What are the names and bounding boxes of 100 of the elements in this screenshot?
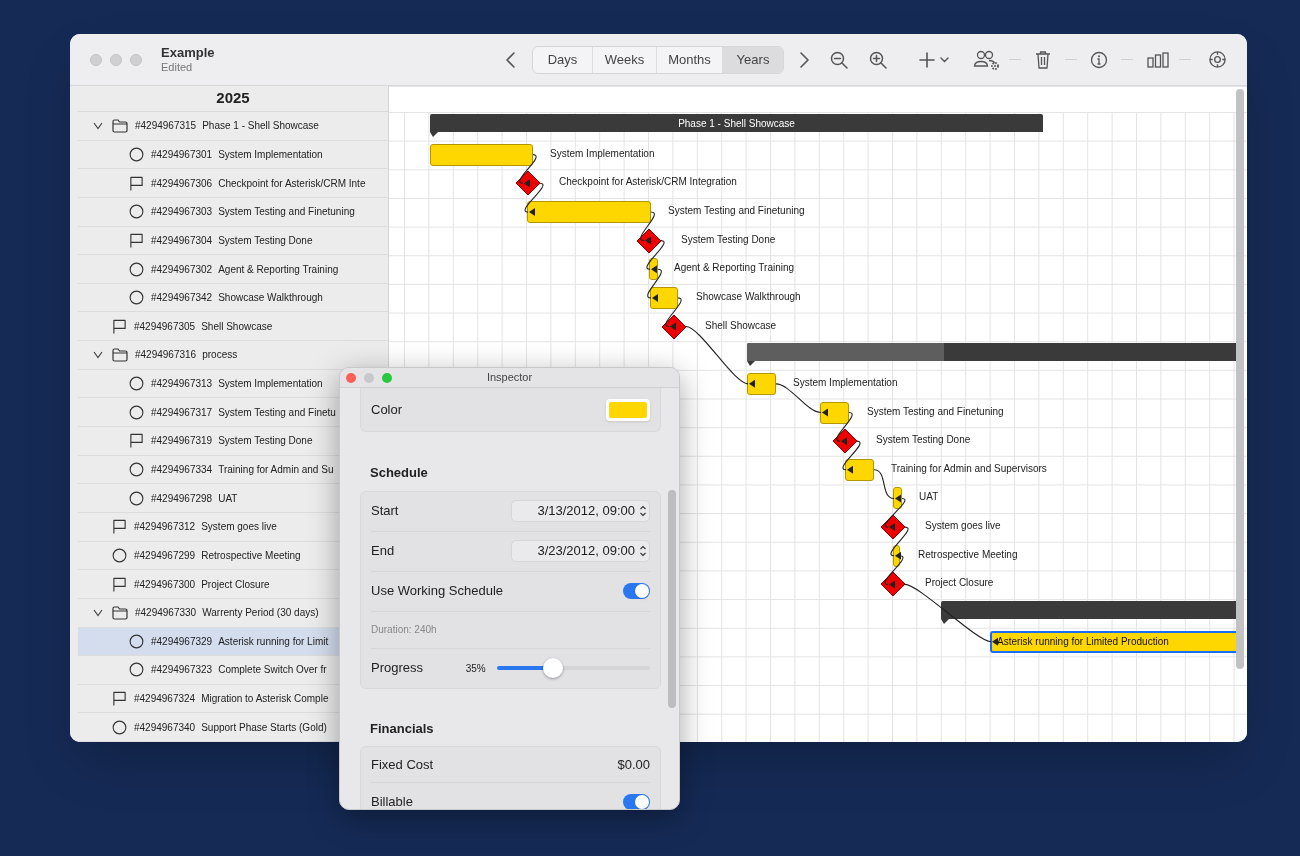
task-name: System Testing Done xyxy=(218,233,313,248)
task-bar[interactable] xyxy=(747,372,776,395)
bar-label: Checkpoint for Asterisk/CRM Integration xyxy=(559,177,737,188)
stepper-icon[interactable] xyxy=(639,504,647,518)
info-icon[interactable] xyxy=(1090,50,1108,69)
task-id: #4294967312 xyxy=(134,520,196,535)
task-name: System Implementation xyxy=(218,147,323,162)
task-id: #4294967300 xyxy=(134,577,196,592)
circle-icon xyxy=(112,547,127,563)
circle-icon xyxy=(129,290,144,306)
bar-chart-icon[interactable] xyxy=(1147,51,1169,68)
task-id: #4294967324 xyxy=(134,692,196,707)
outline-row[interactable]: #4294967315 Phase 1 - Shell Showcase xyxy=(78,112,388,141)
bar-label: Showcase Walkthrough xyxy=(696,291,801,302)
bar-label: System Testing and Finetuning xyxy=(668,205,805,216)
scale-tab[interactable]: Days xyxy=(533,46,592,73)
task-id: #4294967319 xyxy=(151,434,213,449)
task-name: Support Phase Starts (Gold) xyxy=(201,720,327,735)
task-id: #4294967329 xyxy=(151,634,213,649)
bar-label: System Testing Done xyxy=(876,435,971,446)
task-id: #4294967323 xyxy=(151,663,213,678)
disclosure-chevron-icon[interactable] xyxy=(93,350,103,359)
scrollbar[interactable] xyxy=(668,490,676,708)
task-id: #4294967316 xyxy=(135,348,197,363)
outline-row[interactable]: #4294967306 Checkpoint for Asterisk/CRM Inte xyxy=(78,169,388,198)
disclosure-chevron-icon[interactable] xyxy=(93,121,103,130)
dependency-arrow xyxy=(890,526,909,560)
flag-icon xyxy=(129,433,144,449)
date-value: 3/13/2012, 09:00 xyxy=(537,502,635,521)
people-settings-icon[interactable] xyxy=(973,48,1001,71)
dependency-arrow xyxy=(524,182,544,216)
bar-label: Project Closure xyxy=(925,578,994,589)
date-value: 3/23/2012, 09:00 xyxy=(537,542,635,561)
summary-label: Phase 1 - Shell Showcase xyxy=(678,116,795,131)
task-name: Retrospective Meeting xyxy=(201,548,301,563)
progress-slider[interactable] xyxy=(496,657,650,679)
task-name: Showcase Walkthrough xyxy=(218,291,323,306)
task-name: Training for Admin and Su xyxy=(218,463,334,477)
field-label: Fixed Cost xyxy=(371,755,434,774)
toggle-switch[interactable] xyxy=(623,583,650,599)
task-bar[interactable] xyxy=(820,401,849,424)
task-name: UAT xyxy=(218,491,238,506)
bar-label: Training for Admin and Supervisors xyxy=(891,463,1047,474)
task-label: Asterisk running for Limited Production xyxy=(996,635,1169,650)
dependency-arrow xyxy=(646,240,665,274)
dependency-arrow xyxy=(665,297,682,331)
back-chevron-icon[interactable] xyxy=(504,50,518,69)
zoom-out-icon[interactable] xyxy=(830,50,848,69)
bar-label: System Implementation xyxy=(793,377,898,388)
date-field[interactable]: 3/13/2012, 09:00 xyxy=(511,500,650,522)
summary-bar[interactable]: Phase 1 - Shell Showcase xyxy=(430,114,1043,132)
task-id: #4294967303 xyxy=(151,205,213,220)
milestone-diamond[interactable] xyxy=(636,227,662,254)
task-name: Migration to Asterisk Comple xyxy=(201,692,329,707)
outline-row[interactable]: #4294967305 Shell Showcase xyxy=(78,312,388,342)
circle-icon xyxy=(129,633,144,649)
milestone-diamond[interactable] xyxy=(661,313,687,340)
date-field[interactable]: 3/23/2012, 09:00 xyxy=(511,540,650,562)
task-name: Project Closure xyxy=(201,577,270,592)
scale-tab[interactable]: Weeks xyxy=(592,46,656,73)
outline-row[interactable]: #4294967303 System Testing and Finetuning xyxy=(78,197,388,227)
stepper-icon[interactable] xyxy=(639,544,647,558)
add-menu-icon[interactable] xyxy=(918,50,950,69)
task-id: #4294967304 xyxy=(151,233,213,248)
bar-label: Shell Showcase xyxy=(705,320,777,331)
task-bar[interactable] xyxy=(845,458,874,481)
outline-row[interactable]: #4294967301 System Implementation xyxy=(78,140,388,170)
scrollbar[interactable] xyxy=(1236,89,1244,669)
trash-icon[interactable] xyxy=(1034,49,1052,70)
dependency-arrow xyxy=(884,497,906,532)
toggle-switch[interactable] xyxy=(623,794,650,809)
circle-icon xyxy=(129,462,144,477)
bar-label: System Testing Done xyxy=(681,234,776,245)
outline-row[interactable]: #4294967304 System Testing Done xyxy=(78,226,388,256)
milestone-diamond[interactable] xyxy=(880,571,906,598)
scale-tab[interactable]: Years xyxy=(722,46,783,73)
slider-thumb[interactable] xyxy=(543,658,564,678)
milestone-diamond[interactable] xyxy=(832,428,858,455)
flag-icon xyxy=(112,519,127,535)
outline-row[interactable]: #4294967342 Showcase Walkthrough xyxy=(78,283,388,313)
task-name: Phase 1 - Shell Showcase xyxy=(202,119,319,134)
task-bar[interactable] xyxy=(650,286,678,309)
milestone-diamond[interactable] xyxy=(880,514,906,541)
flag-icon xyxy=(112,318,127,334)
zoom-in-icon[interactable] xyxy=(869,50,887,69)
settings-icon[interactable] xyxy=(1208,50,1227,69)
bar-label: System Implementation xyxy=(550,148,655,159)
milestone-diamond[interactable] xyxy=(515,170,541,197)
task-id: #4294967334 xyxy=(151,463,213,477)
task-id: #4294967330 xyxy=(135,606,197,621)
disclosure-chevron-icon[interactable] xyxy=(93,608,103,617)
task-id: #4294967302 xyxy=(151,262,213,277)
bar-label: System goes live xyxy=(925,521,1001,532)
outline-row[interactable]: #4294967302 Agent & Reporting Training xyxy=(78,255,388,284)
task-id: #4294967342 xyxy=(151,291,213,306)
field-label: Billable xyxy=(371,793,413,809)
circle-icon xyxy=(112,719,127,735)
task-id: #4294967313 xyxy=(151,377,213,392)
bar-label: UAT xyxy=(919,492,939,503)
forward-chevron-icon[interactable] xyxy=(797,50,811,69)
